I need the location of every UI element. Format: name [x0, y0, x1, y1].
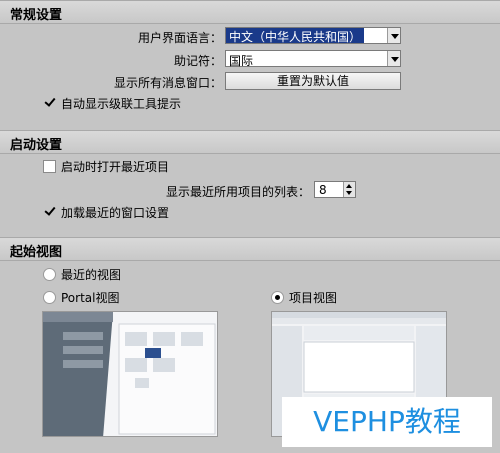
load-window-label: 加载最近的窗口设置 [61, 206, 170, 220]
recent-list-value: 8 [319, 183, 327, 197]
startup-settings-title: 启动设置 [10, 138, 63, 153]
project-view-label: 项目视图 [289, 291, 338, 305]
portal-preview-image [43, 312, 217, 436]
recent-list-stepper[interactable]: 8 [314, 181, 356, 198]
show-messages-label: 显示所有消息窗口： [113, 76, 222, 90]
portal-view-label: Portal视图 [61, 291, 120, 305]
ui-language-value: 中文（中华人民共和国） [226, 28, 365, 44]
project-view-radio[interactable] [271, 291, 284, 304]
recent-list-label: 显示最近所用项目的列表： [165, 185, 310, 199]
start-view-header: 起始视图 [0, 237, 500, 261]
portal-view-radio[interactable] [43, 291, 56, 304]
load-window-checkbox[interactable] [43, 204, 56, 217]
general-settings-title: 常规设置 [10, 8, 63, 23]
chevron-down-icon[interactable] [387, 28, 400, 43]
auto-tooltip-checkbox[interactable] [43, 95, 56, 108]
mnemonic-label: 助记符： [173, 54, 222, 68]
stepper-arrows[interactable] [343, 182, 355, 197]
start-view-title: 起始视图 [10, 245, 63, 260]
mnemonic-value: 国际 [229, 54, 254, 68]
recent-view-label: 最近的视图 [61, 268, 122, 282]
portal-view-thumbnail[interactable] [42, 311, 218, 437]
stepper-up-icon[interactable] [346, 184, 352, 188]
recent-view-radio[interactable] [43, 268, 56, 281]
open-recent-label: 启动时打开最近项目 [61, 160, 170, 174]
ui-language-select[interactable]: 中文（中华人民共和国） [225, 27, 401, 44]
startup-settings-header: 启动设置 [0, 130, 500, 154]
ui-language-label: 用户界面语言： [137, 31, 222, 45]
reset-defaults-button[interactable]: 重置为默认值 [225, 72, 401, 90]
chevron-down-icon[interactable] [387, 51, 400, 66]
open-recent-checkbox[interactable] [43, 160, 56, 173]
auto-tooltip-label: 自动显示级联工具提示 [61, 97, 182, 111]
watermark-banner: VEPHP教程 [282, 397, 492, 447]
general-settings-header: 常规设置 [0, 0, 500, 24]
mnemonic-select[interactable]: 国际 [225, 50, 401, 68]
stepper-down-icon[interactable] [346, 191, 352, 195]
